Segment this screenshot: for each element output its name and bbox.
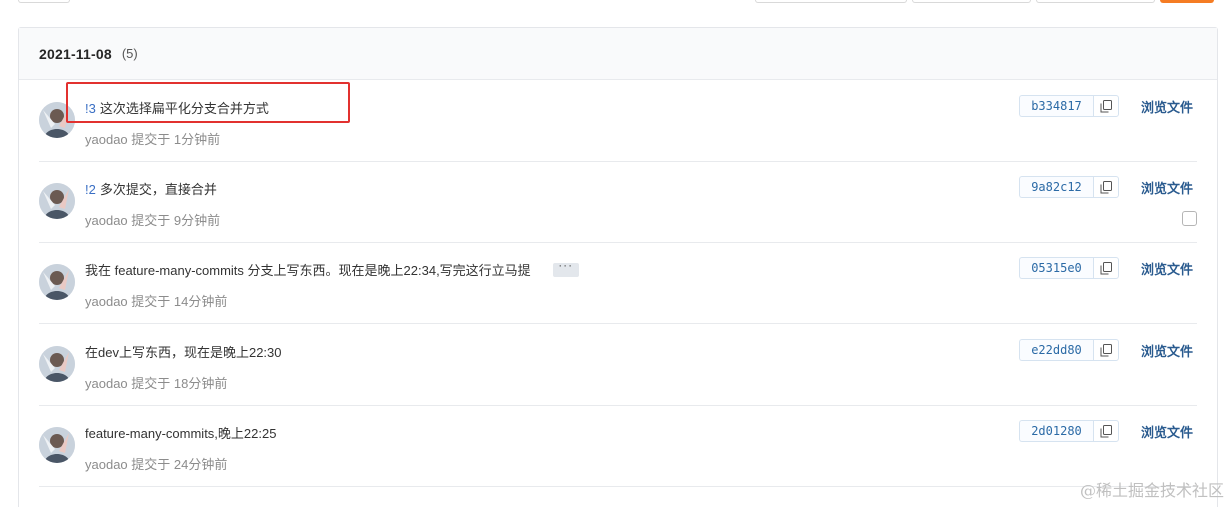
top-toolbar-remnant — [0, 0, 1230, 6]
commit-group-count: (5) — [121, 46, 138, 61]
merge-request-ref[interactable]: !2 — [85, 182, 96, 197]
copy-icon — [1100, 261, 1112, 274]
copy-sha-button[interactable] — [1093, 257, 1119, 279]
commit-sha-group: 05315e0 — [1019, 257, 1119, 279]
commit-time: 14分钟前 — [173, 294, 228, 309]
commit-author[interactable]: yaodao — [85, 457, 128, 472]
author-avatar[interactable] — [39, 264, 75, 300]
copy-sha-button[interactable] — [1093, 95, 1119, 117]
commit-time: 1分钟前 — [173, 132, 221, 147]
commit-message[interactable]: 我在 feature-many-commits 分支上写东西。现在是晚上22:3… — [85, 263, 531, 278]
copy-icon — [1100, 343, 1112, 356]
commit-action: 提交于 — [131, 376, 171, 391]
author-avatar[interactable] — [39, 346, 75, 382]
browse-files-link[interactable]: 浏览文件 — [1141, 422, 1193, 441]
commit-title[interactable]: !2 多次提交，直接合并 — [85, 179, 217, 198]
commit-meta: yaodao 提交于 18分钟前 — [85, 373, 227, 392]
commit-title[interactable]: 我在 feature-many-commits 分支上写东西。现在是晚上22:3… — [85, 258, 579, 279]
author-avatar[interactable] — [39, 183, 75, 219]
toolbar-button[interactable] — [755, 0, 907, 3]
commit-meta: yaodao 提交于 1分钟前 — [85, 129, 220, 148]
commit-sha-group: 9a82c12 — [1019, 176, 1119, 198]
toolbar-button[interactable] — [1036, 0, 1155, 3]
commit-group-date: 2021-11-08 — [39, 45, 112, 62]
commit-row: feature-many-commits,晚上22:25 yaodao 提交于 … — [39, 405, 1197, 487]
commit-group-header: 2021-11-08 (5) — [19, 28, 1217, 80]
browse-files-link[interactable]: 浏览文件 — [1141, 341, 1193, 360]
commit-time: 24分钟前 — [173, 457, 228, 472]
commit-row: 在dev上写东西，现在是晚上22:30 yaodao 提交于 18分钟前 e22… — [39, 324, 1197, 406]
commit-row: 我在 feature-many-commits 分支上写东西。现在是晚上22:3… — [39, 242, 1197, 324]
commit-author[interactable]: yaodao — [85, 376, 128, 391]
commit-message[interactable]: 在dev上写东西，现在是晚上22:30 — [85, 345, 282, 360]
ellipsis-icon: ··· — [558, 257, 574, 272]
commit-action: 提交于 — [131, 457, 171, 472]
expand-message-button[interactable]: ··· — [552, 258, 579, 277]
commit-meta: yaodao 提交于 9分钟前 — [85, 210, 220, 229]
copy-icon — [1100, 99, 1112, 112]
commit-message[interactable]: 多次提交，直接合并 — [100, 182, 217, 197]
commit-message[interactable]: feature-many-commits,晚上22:25 — [85, 426, 276, 441]
toolbar-button-left[interactable] — [18, 0, 70, 3]
browse-files-link[interactable]: 浏览文件 — [1141, 259, 1193, 278]
commit-action: 提交于 — [131, 294, 171, 309]
commit-title[interactable]: feature-many-commits,晚上22:25 — [85, 423, 276, 442]
commit-action: 提交于 — [131, 132, 171, 147]
commit-author[interactable]: yaodao — [85, 132, 128, 147]
commit-sha[interactable]: 2d01280 — [1019, 420, 1093, 442]
commit-title[interactable]: 在dev上写东西，现在是晚上22:30 — [85, 342, 282, 361]
commit-author[interactable]: yaodao — [85, 213, 128, 228]
browse-files-link[interactable]: 浏览文件 — [1141, 97, 1193, 116]
commit-action: 提交于 — [131, 213, 171, 228]
commit-row: !2 多次提交，直接合并 yaodao 提交于 9分钟前 9a82c12 浏览文件 — [39, 161, 1197, 243]
select-commit-checkbox[interactable] — [1182, 211, 1197, 226]
watermark: @稀土掘金技术社区 — [1079, 481, 1224, 500]
commit-author[interactable]: yaodao — [85, 294, 128, 309]
primary-action-button[interactable] — [1160, 0, 1214, 3]
commit-time: 9分钟前 — [173, 213, 221, 228]
commit-sha-group: e22dd80 — [1019, 339, 1119, 361]
commit-time: 18分钟前 — [173, 376, 228, 391]
copy-icon — [1100, 424, 1112, 437]
commit-sha-group: b334817 — [1019, 95, 1119, 117]
commit-sha[interactable]: b334817 — [1019, 95, 1093, 117]
author-avatar[interactable] — [39, 427, 75, 463]
browse-files-link[interactable]: 浏览文件 — [1141, 178, 1193, 197]
commit-meta: yaodao 提交于 14分钟前 — [85, 291, 227, 310]
copy-sha-button[interactable] — [1093, 176, 1119, 198]
commit-sha-group: 2d01280 — [1019, 420, 1119, 442]
commit-sha[interactable]: 05315e0 — [1019, 257, 1093, 279]
copy-sha-button[interactable] — [1093, 339, 1119, 361]
copy-icon — [1100, 180, 1112, 193]
commit-sha[interactable]: e22dd80 — [1019, 339, 1093, 361]
commit-meta: yaodao 提交于 24分钟前 — [85, 454, 227, 473]
toolbar-button[interactable] — [912, 0, 1031, 3]
copy-sha-button[interactable] — [1093, 420, 1119, 442]
annotation-highlight-box — [66, 82, 350, 123]
commit-sha[interactable]: 9a82c12 — [1019, 176, 1093, 198]
